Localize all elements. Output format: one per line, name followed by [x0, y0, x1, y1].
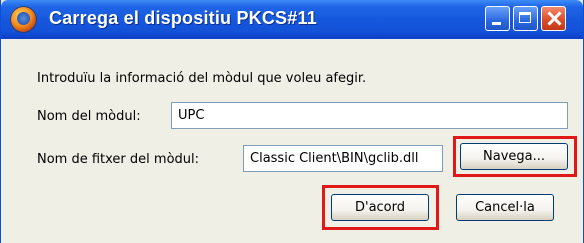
cancel-button[interactable]: Cancel·la — [456, 194, 554, 221]
dialog-content: Introduïu la informació del mòdul que vo… — [1, 39, 583, 243]
maximize-button[interactable] — [513, 6, 538, 31]
title-bar[interactable]: Carrega el dispositiu PKCS#11 — [1, 0, 583, 39]
window-title: Carrega el dispositiu PKCS#11 — [49, 8, 317, 28]
module-file-field[interactable]: Classic Client\BIN\gclib.dll — [243, 145, 443, 172]
ok-button[interactable]: D'acord — [331, 194, 429, 221]
module-name-label: Nom del mòdul: — [37, 109, 141, 124]
module-name-field[interactable]: UPC — [171, 102, 568, 129]
minimize-button[interactable] — [485, 6, 510, 31]
module-file-label: Nom de fitxer del mòdul: — [37, 152, 200, 167]
browse-button[interactable]: Navega... — [460, 143, 568, 170]
pkcs11-dialog-window: Carrega el dispositiu PKCS#11 Introduïu … — [0, 0, 584, 243]
instruction-text: Introduïu la informació del mòdul que vo… — [37, 71, 367, 86]
close-button[interactable] — [541, 6, 566, 31]
firefox-icon — [10, 6, 37, 33]
